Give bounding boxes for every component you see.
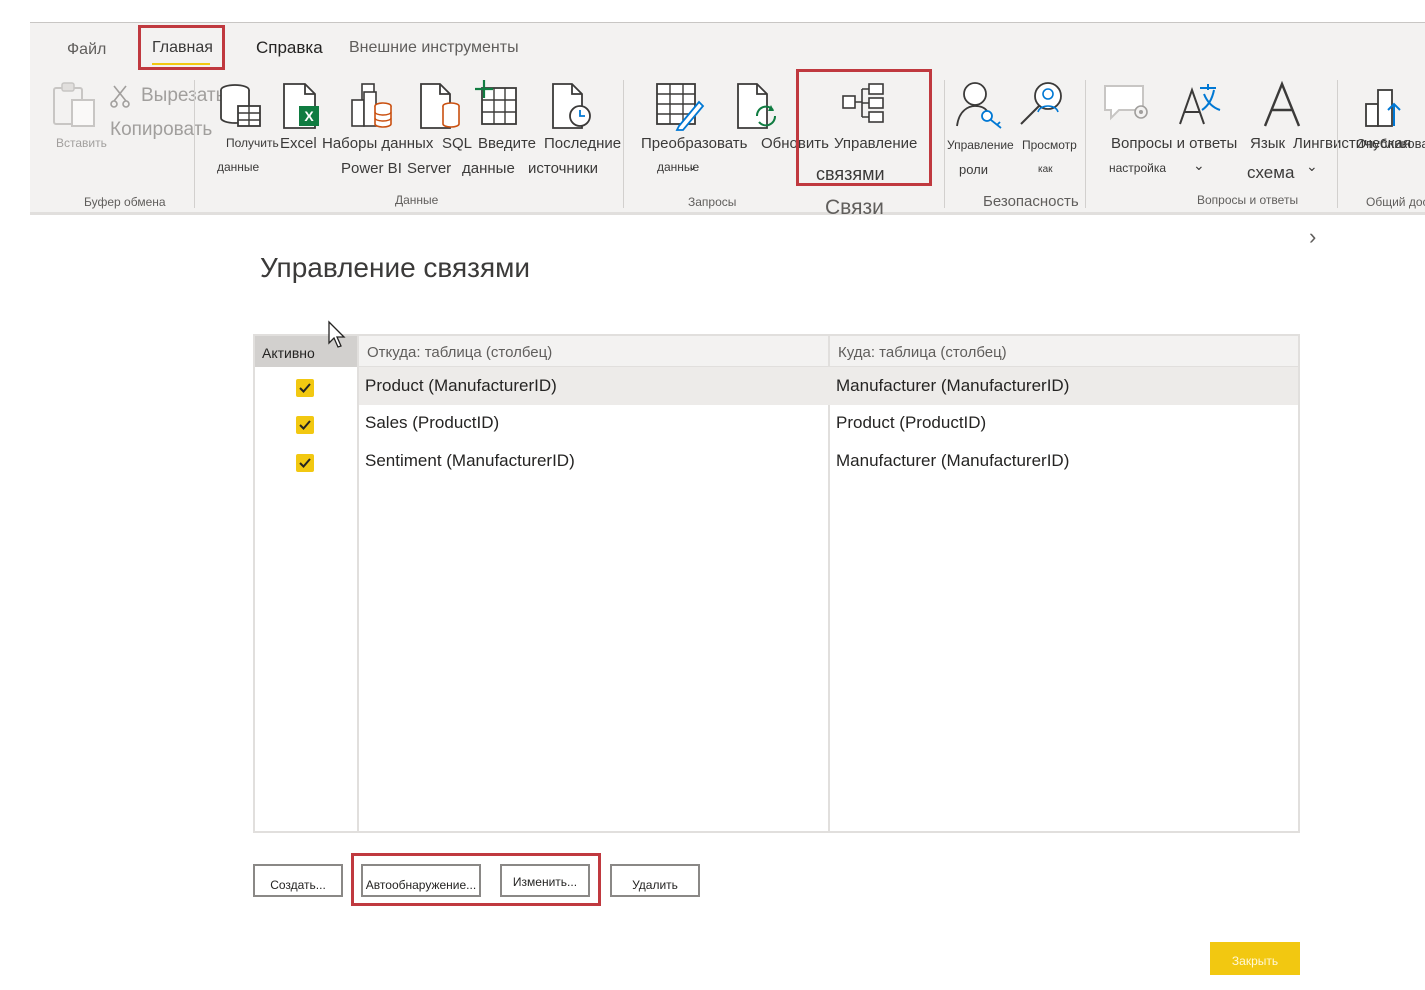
enter-data-label-1[interactable]: Введите [478, 135, 536, 152]
qa-label-2[interactable]: настройка [1109, 161, 1166, 175]
publish-icon [1364, 82, 1408, 133]
table-row[interactable]: Sales (ProductID) Product (ProductID) [255, 405, 1298, 443]
active-checkbox[interactable] [296, 379, 314, 397]
tab-home[interactable]: Главная [152, 39, 213, 57]
column-header-active[interactable]: Активно [262, 345, 315, 361]
copy-button[interactable]: Копировать [110, 119, 212, 141]
scissors-icon [110, 84, 132, 113]
ribbon-bottom-border [30, 212, 1425, 215]
excel-icon: X [281, 82, 321, 135]
active-checkbox[interactable] [296, 416, 314, 434]
from-cell: Product (ManufacturerID) [365, 376, 557, 395]
excel-button[interactable]: Excel [280, 135, 317, 152]
group-label-share: Общий доступ [1366, 195, 1425, 209]
separator [194, 80, 195, 208]
new-button[interactable]: Создать... [253, 864, 343, 897]
get-data-label-1[interactable]: Получить [226, 136, 279, 150]
transform-data-label-1[interactable]: Преобразовать [641, 135, 747, 152]
active-tab-underline [152, 63, 210, 65]
dialog-title: Управление связями [260, 252, 531, 283]
chevron-right-icon[interactable]: › [1309, 224, 1316, 250]
language-button[interactable]: Язык [1250, 135, 1285, 152]
manage-roles-icon [955, 80, 1003, 135]
linguistic-schema-icon [1263, 80, 1303, 133]
view-as-label-1[interactable]: Просмотр [1022, 138, 1077, 152]
enter-data-icon [472, 80, 520, 133]
datasets-label-2[interactable]: Power BI [341, 160, 402, 177]
active-checkbox[interactable] [296, 454, 314, 472]
cut-button[interactable]: Вырезать [141, 85, 226, 107]
group-label-data: Данные [395, 193, 439, 207]
manage-relationships-icon [841, 82, 885, 131]
datasets-label-1[interactable]: Наборы данных [322, 135, 433, 152]
paste-button[interactable]: Вставить [56, 136, 107, 150]
manage-relationships-label-1[interactable]: Управление [834, 135, 917, 152]
language-icon [1178, 82, 1224, 133]
delete-button[interactable]: Удалить [610, 864, 700, 897]
qa-setup-icon [1103, 84, 1151, 129]
column-header-from[interactable]: Откуда: таблица (столбец) [367, 344, 552, 361]
view-as-label-2[interactable]: как [1038, 164, 1053, 175]
separator [1337, 80, 1338, 208]
manage-relationships-label-2[interactable]: связями [816, 164, 885, 185]
sql-server-icon [418, 82, 462, 135]
table-row[interactable]: Product (ManufacturerID) Manufacturer (M… [255, 367, 1298, 405]
group-label-qa: Вопросы и ответы [1197, 193, 1299, 207]
close-button[interactable]: Закрыть [1210, 942, 1300, 975]
chevron-down-icon[interactable]: ⌄ [1193, 157, 1205, 174]
tab-help[interactable]: Справка [256, 38, 323, 58]
separator [623, 80, 624, 208]
datasets-icon [350, 82, 394, 135]
recent-sources-label-2[interactable]: источники [528, 160, 598, 177]
group-label-security: Безопасность [983, 193, 1079, 210]
to-cell: Manufacturer (ManufacturerID) [836, 376, 1070, 395]
chevron-down-icon[interactable]: ⌄ [1306, 158, 1318, 175]
to-cell: Manufacturer (ManufacturerID) [836, 451, 1070, 470]
manage-roles-label-2[interactable]: роли [959, 162, 988, 177]
recent-sources-label-1[interactable]: Последние [544, 135, 621, 152]
autodetect-button[interactable]: Автообнаружение... [361, 864, 481, 897]
linguistic-schema-label-2[interactable]: схема [1247, 163, 1294, 183]
qa-label-1[interactable]: Вопросы и ответы [1111, 135, 1237, 152]
transform-data-icon [655, 82, 705, 135]
sql-label-1[interactable]: SQL [442, 135, 472, 152]
column-header-to[interactable]: Куда: таблица (столбец) [838, 344, 1007, 361]
recent-sources-icon [550, 82, 594, 135]
get-data-label-2[interactable]: данные [217, 160, 259, 174]
tab-file[interactable]: Файл [67, 41, 106, 59]
from-cell: Sales (ProductID) [365, 413, 500, 432]
svg-text:X: X [304, 108, 314, 124]
group-label-clipboard: Буфер обмена [84, 195, 166, 209]
tab-external-tools[interactable]: Внешние инструменты [349, 39, 519, 57]
enter-data-label-2[interactable]: данные [462, 160, 515, 177]
sql-label-2[interactable]: Server [407, 160, 451, 177]
edit-button[interactable]: Изменить... [500, 864, 590, 897]
group-label-relationships: Связи [825, 196, 884, 219]
view-as-icon [1018, 80, 1068, 135]
relationships-table: Активно Откуда: таблица (столбец) Куда: … [253, 334, 1300, 833]
from-cell: Sentiment (ManufacturerID) [365, 451, 575, 470]
to-cell: Product (ProductID) [836, 413, 987, 432]
refresh-icon [735, 82, 779, 135]
manage-roles-label-1[interactable]: Управление [947, 138, 1014, 152]
separator [944, 80, 945, 208]
paste-icon [52, 82, 98, 135]
mouse-cursor-icon [328, 320, 348, 354]
separator [1085, 80, 1086, 208]
get-data-icon [218, 82, 262, 135]
publish-button[interactable]: Опубликовать [1356, 136, 1425, 151]
group-label-queries: Запросы [688, 195, 737, 209]
table-row[interactable]: Sentiment (ManufacturerID) Manufacturer … [255, 443, 1298, 481]
chevron-down-icon[interactable]: ⌄ [688, 160, 697, 173]
